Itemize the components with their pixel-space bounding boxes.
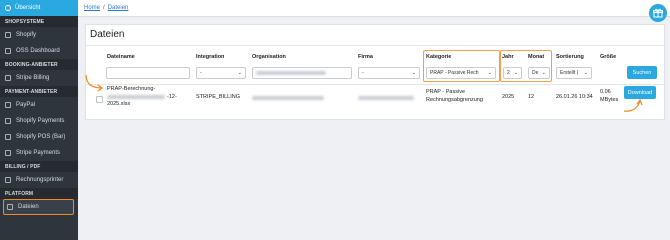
file-icon [7, 204, 13, 210]
sidebar-section-title: PAYMENT-ANBIETER [0, 86, 78, 97]
sidebar-item-label: PayPal [16, 102, 36, 108]
header-integration: Integration [196, 54, 225, 60]
gift-icon-glyph [653, 8, 663, 18]
row-groesse-line: 0.06 [600, 89, 611, 95]
card-icon [5, 75, 11, 81]
bag-icon [5, 32, 11, 38]
sidebar-item-shopify-pos[interactable]: Shopify POS (Bar) [0, 129, 78, 145]
sidebar-item-label: OSS Dashboard [16, 48, 60, 54]
highlight-kategorie [423, 50, 500, 82]
arrow-annotation-icon [623, 98, 643, 112]
file-name-link[interactable]: PRAP-Berechnung- -12- 2025.xlsx [107, 86, 193, 109]
sidebar-item-label: Dateien [18, 204, 39, 210]
header-sortierung: Sortierung [556, 54, 584, 60]
card-icon [5, 102, 11, 108]
chevron-down-icon: ⌄ [411, 70, 416, 76]
filename-filter-input[interactable] [106, 67, 190, 79]
file-name-part: PRAP-Berechnung- [107, 86, 156, 92]
sidebar-section-title: BILLING / PDF [0, 161, 78, 172]
download-button[interactable]: Download [624, 86, 656, 99]
firma-filter-value: - [362, 70, 364, 76]
row-monat: 12 [528, 94, 535, 100]
sidebar-section-title: SHOPSYSTEME [0, 16, 78, 27]
sortierung-filter-select[interactable]: Erstellt ( ⌄ [556, 67, 592, 79]
gift-icon[interactable] [649, 4, 667, 22]
sidebar-item-rechnungsprinter[interactable]: Rechnungsprinter [0, 172, 78, 188]
card-icon [5, 118, 11, 124]
page-title: Dateien [90, 29, 125, 40]
row-groesse: 0.06 MBytes [600, 89, 618, 104]
highlight-jahr-monat [500, 50, 552, 82]
sidebar-item-label: Stripe Billing [16, 75, 50, 81]
redacted-firma [358, 96, 414, 100]
header-firma: Firma [358, 54, 373, 60]
arrow-annotation-icon [85, 74, 103, 92]
sidebar-item-stripe-payments[interactable]: Stripe Payments [0, 145, 78, 161]
sidebar-item-label: Stripe Payments [16, 150, 61, 156]
topbar: Home / Dateien [78, 0, 670, 17]
sidebar-item-label: Shopify [16, 32, 37, 38]
chevron-down-icon: ⌄ [583, 70, 588, 76]
files-card: Dateien Dateiname Integration Organisati… [85, 24, 665, 120]
card-icon [5, 150, 11, 156]
chart-icon [5, 48, 11, 54]
sidebar-item-dateien[interactable]: Dateien [3, 199, 74, 215]
sortierung-filter-value: Erstellt ( [560, 70, 579, 76]
header-dateiname: Dateiname [107, 54, 135, 60]
breadcrumb-current-link[interactable]: Dateien [108, 5, 129, 11]
header-groesse: Größe [600, 54, 617, 60]
breadcrumb-home-link[interactable]: Home [84, 5, 100, 11]
row-jahr: 2025 [502, 94, 515, 100]
row-sortierung: 26.01.26 10:34 [556, 94, 593, 100]
sidebar-item-overview[interactable]: Übersicht [0, 0, 78, 16]
search-button[interactable]: Suchen [627, 66, 657, 79]
row-checkbox[interactable] [96, 96, 103, 103]
header-organisation: Organisation [252, 54, 286, 60]
sidebar-item-label: Shopify POS (Bar) [16, 134, 66, 140]
firma-filter-select[interactable]: - ⌄ [358, 67, 420, 79]
row-kategorie: PRAP - Passive Rechnungsabgrenzung [426, 89, 483, 104]
divider [86, 45, 664, 46]
redacted-organisation [252, 96, 324, 100]
row-groesse-line: MBytes [600, 96, 619, 103]
redacted-value [256, 71, 326, 75]
file-name-part: 2025.xlsx [107, 101, 131, 107]
row-integration: STRIPE_BILLING [196, 94, 241, 100]
file-name-part: -12- [167, 93, 177, 100]
sidebar-item-label: Shopify Payments [16, 118, 65, 124]
sidebar-item-oss-dashboard[interactable]: OSS Dashboard [0, 43, 78, 59]
sidebar-section-title: PLATFORM [0, 188, 78, 199]
redacted-value [107, 95, 165, 100]
sidebar: Übersicht SHOPSYSTEME Shopify OSS Dashbo… [0, 0, 78, 240]
file-name-middle: -12- [107, 94, 193, 102]
row-kategorie-line: PRAP - Passive [426, 89, 466, 95]
integration-filter-value: - [200, 70, 202, 76]
sidebar-item-label: Übersicht [15, 5, 41, 11]
integration-filter-select[interactable]: - ⌄ [196, 67, 246, 79]
file-icon [5, 177, 11, 183]
breadcrumb-separator: / [103, 5, 105, 11]
sidebar-item-stripe-billing[interactable]: Stripe Billing [0, 70, 78, 86]
sidebar-section-title: BOOKING-ANBIETER [0, 59, 78, 70]
sidebar-item-label: Rechnungsprinter [16, 177, 64, 183]
row-kategorie-line: Rechnungsabgrenzung [426, 96, 483, 103]
divider [86, 84, 664, 85]
sidebar-item-shopify[interactable]: Shopify [0, 27, 78, 43]
organisation-filter-input[interactable] [252, 67, 352, 79]
sidebar-item-paypal[interactable]: PayPal [0, 97, 78, 113]
chevron-down-icon: ⌄ [237, 70, 242, 76]
card-icon [5, 134, 11, 140]
breadcrumb: Home / Dateien [84, 5, 128, 11]
dashboard-icon [5, 5, 11, 11]
sidebar-item-shopify-payments[interactable]: Shopify Payments [0, 113, 78, 129]
